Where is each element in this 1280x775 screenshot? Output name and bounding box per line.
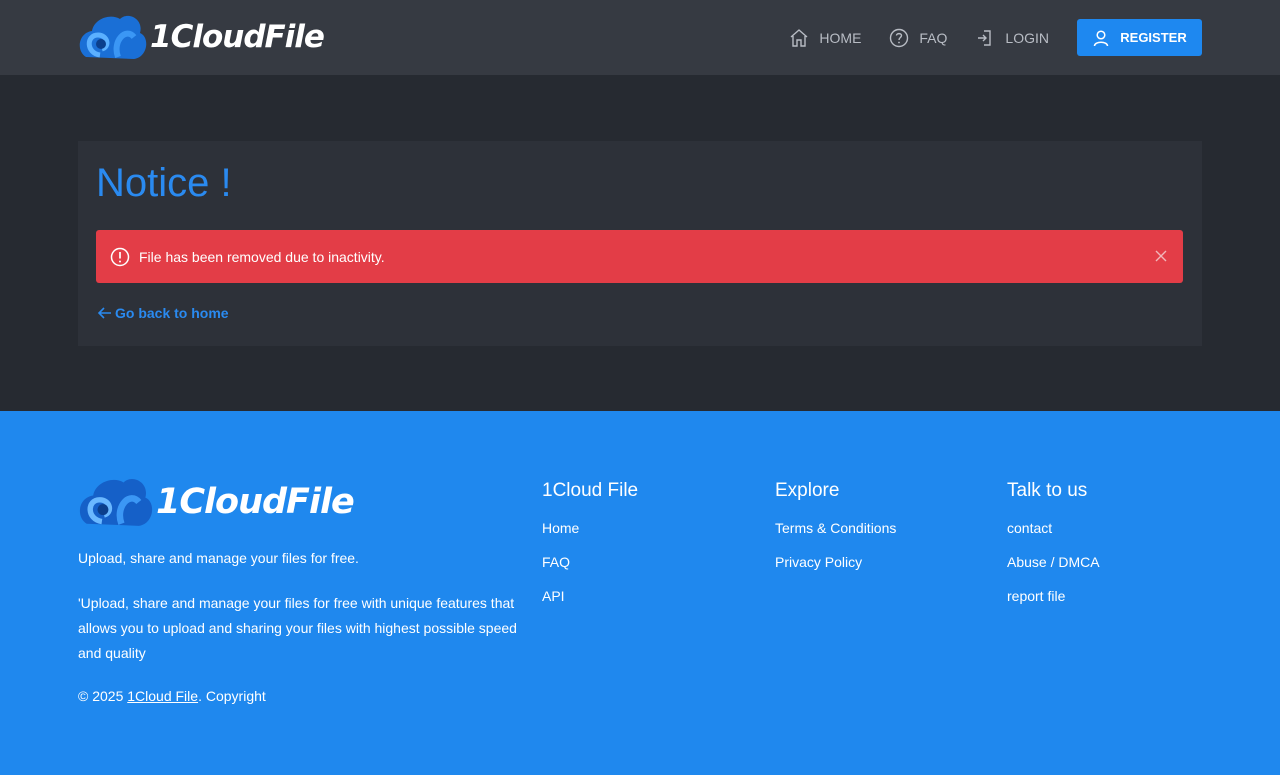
brand-logo[interactable]: 1CloudFile — [78, 13, 325, 61]
copyright-link[interactable]: 1Cloud File — [127, 688, 198, 704]
register-button[interactable]: REGISTER — [1077, 19, 1202, 56]
footer-column-talk: Talk to us contact Abuse / DMCA report f… — [1007, 480, 1100, 622]
question-circle-icon — [890, 28, 909, 47]
nav-faq-label: FAQ — [919, 29, 948, 46]
nav-home[interactable]: HOME — [789, 19, 861, 56]
exclamation-circle-icon — [110, 247, 130, 266]
footer-link-terms[interactable]: Terms & Conditions — [775, 520, 896, 554]
user-icon — [1094, 29, 1109, 46]
close-icon[interactable] — [1153, 248, 1169, 264]
alert-message: File has been removed due to inactivity. — [139, 248, 385, 265]
footer-column-explore: Explore Terms & Conditions Privacy Polic… — [775, 480, 896, 588]
nav-home-label: HOME — [819, 29, 862, 46]
brand-name: 1CloudFile — [150, 19, 325, 55]
footer-link-api[interactable]: API — [542, 588, 638, 622]
main-nav: HOME FAQ LOGIN REGISTER — [761, 19, 1202, 56]
nav-faq[interactable]: FAQ — [889, 19, 947, 56]
footer-link-home[interactable]: Home — [542, 520, 638, 554]
home-icon — [790, 28, 808, 47]
back-home-link[interactable]: Go back to home — [97, 305, 229, 321]
footer-column-1cloud: 1Cloud File Home FAQ API — [542, 480, 638, 622]
footer-link-contact[interactable]: contact — [1007, 520, 1100, 554]
site-header: 1CloudFile HOME FAQ LOGIN REGISTER — [0, 0, 1280, 75]
nav-login-label: LOGIN — [1005, 29, 1049, 46]
notice-card: Notice ! File has been removed due to in… — [78, 141, 1202, 346]
copyright-prefix: © 2025 — [78, 688, 128, 704]
login-arrow-icon — [978, 29, 992, 46]
cloud-swirl-icon — [79, 15, 147, 60]
footer-column-heading: Explore — [775, 480, 840, 501]
footer-copyright: © 2025 1Cloud File. Copyright — [78, 688, 266, 704]
copyright-suffix: . Copyright — [198, 688, 266, 704]
footer-column-heading: Talk to us — [1007, 480, 1088, 501]
cloud-swirl-icon — [79, 479, 153, 526]
page-title: Notice ! — [96, 161, 232, 205]
error-alert: File has been removed due to inactivity. — [96, 230, 1183, 283]
site-footer: 1CloudFile Upload, share and manage your… — [0, 411, 1280, 775]
footer-link-report[interactable]: report file — [1007, 588, 1100, 622]
nav-login[interactable]: LOGIN — [975, 19, 1049, 56]
main-content: Notice ! File has been removed due to in… — [0, 75, 1280, 411]
arrow-left-icon — [97, 307, 111, 319]
footer-link-abuse[interactable]: Abuse / DMCA — [1007, 554, 1100, 588]
footer-brand-logo[interactable]: 1CloudFile — [78, 475, 355, 529]
footer-description: 'Upload, share and manage your files for… — [78, 595, 517, 661]
footer-link-privacy[interactable]: Privacy Policy — [775, 554, 896, 588]
back-home-label: Go back to home — [115, 305, 229, 321]
footer-brand-name: 1CloudFile — [156, 482, 355, 522]
footer-link-faq[interactable]: FAQ — [542, 554, 638, 588]
footer-column-heading: 1Cloud File — [542, 480, 639, 501]
register-button-label: REGISTER — [1120, 30, 1187, 45]
footer-tagline: Upload, share and manage your files for … — [78, 550, 359, 566]
